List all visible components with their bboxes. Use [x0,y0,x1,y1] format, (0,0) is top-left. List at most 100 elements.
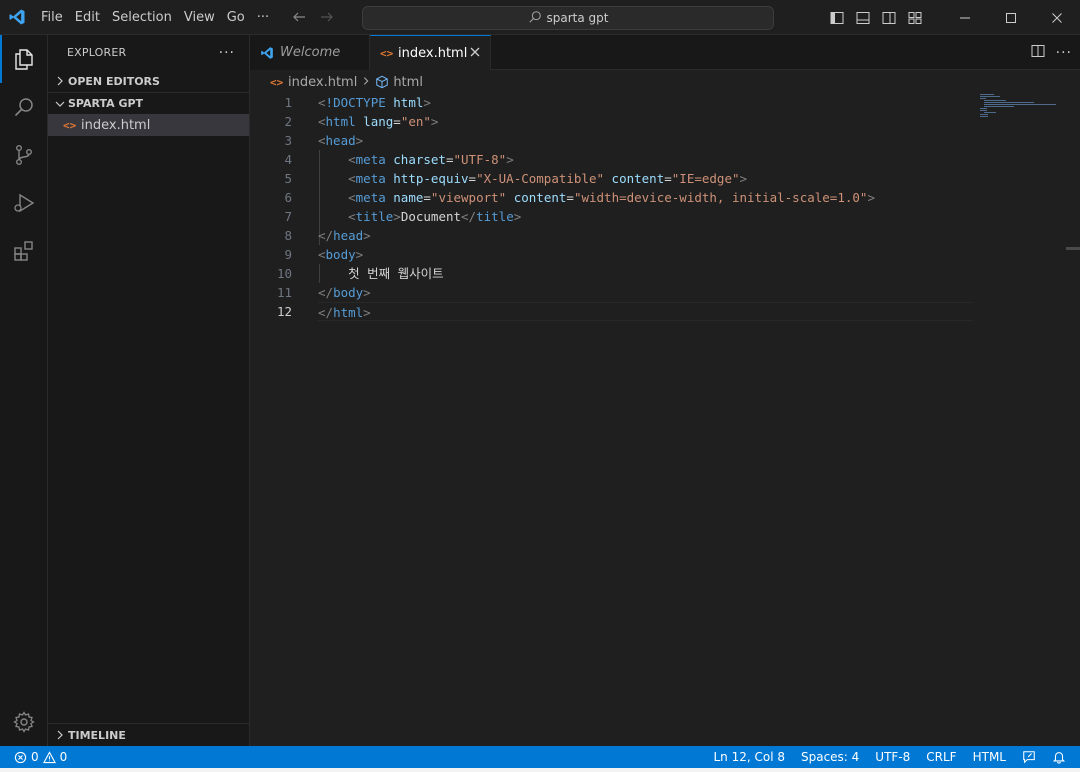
open-editors-label: OPEN EDITORS [68,74,160,88]
menu-view[interactable]: View [178,0,221,35]
close-window-icon[interactable] [1034,0,1080,35]
menu-edit[interactable]: Edit [69,0,106,35]
line-number: 2 [284,114,292,129]
chevron-down-icon [52,96,68,112]
menu-file[interactable]: File [34,0,69,35]
vertical-scrollbar[interactable] [1066,247,1080,250]
title-bar-controls [824,0,1080,35]
chevron-right-icon [52,727,68,743]
minimize-icon[interactable] [942,0,988,35]
tab-welcome[interactable]: Welcome [250,35,370,70]
navigation-arrows [289,7,337,27]
code-line[interactable]: <title>Document</title> [318,207,973,226]
line-number: 7 [284,209,292,224]
open-editors-section[interactable]: OPEN EDITORS [48,70,249,92]
code-line[interactable]: <!DOCTYPE html> [318,93,973,112]
toggle-primary-sidebar-icon[interactable] [824,0,850,35]
code-line[interactable]: <meta charset="UTF-8"> [318,150,973,169]
folder-section[interactable]: SPARTA GPT [48,92,249,114]
error-count: 0 [31,750,39,764]
line-numbers: 1 2 3 4 5 6 7 8 9 10 11 12 [250,93,318,321]
line-number: 3 [284,133,292,148]
symbol-cube-icon [375,75,389,89]
file-item-label: index.html [81,117,151,133]
code-line[interactable]: </html> [318,302,973,321]
eol-setting[interactable]: CRLF [918,746,964,768]
line-number: 4 [284,152,292,167]
editor-tabs: Welcome <> index.html ··· [250,35,1080,71]
chevron-right-icon [52,73,68,89]
line-number: 9 [284,247,292,262]
extensions-icon[interactable] [0,227,48,275]
feedback-icon[interactable] [1014,746,1044,768]
notifications-bell-icon[interactable] [1044,746,1080,768]
warning-icon [42,750,56,764]
code-line[interactable]: 첫 번째 웹사이트 [318,264,973,283]
window-bottom-edge [0,768,1080,772]
explorer-sidebar: EXPLORER ··· OPEN EDITORS SPARTA GPT <> … [48,35,250,746]
sidebar-more-actions[interactable]: ··· [219,45,235,61]
error-icon [14,751,27,764]
code-lines[interactable]: <!DOCTYPE html> <html lang="en"> <head> <m… [318,93,973,321]
source-control-icon[interactable] [0,131,48,179]
chevron-right-icon [361,75,371,90]
status-bar: 0 0 Ln 12, Col 8 Spaces: 4 UTF-8 CRLF HT… [0,746,1080,768]
command-center-search[interactable]: sparta gpt [362,6,774,30]
line-number: 10 [276,266,292,281]
menu-selection[interactable]: Selection [106,0,178,35]
warning-count: 0 [59,750,68,764]
maximize-icon[interactable] [988,0,1034,35]
editor-more-actions-icon[interactable]: ··· [1056,45,1072,61]
html-file-icon: <> [63,118,77,132]
language-mode[interactable]: HTML [965,746,1014,768]
gear-icon[interactable] [0,698,48,746]
code-line[interactable]: </head> [318,226,973,245]
search-icon [528,10,542,27]
explorer-icon[interactable] [0,35,48,83]
run-debug-icon[interactable] [0,179,48,227]
html-file-icon: <> [380,46,394,60]
line-number-current: 12 [276,304,292,319]
command-center-label: sparta gpt [546,11,609,25]
line-number: 11 [276,285,292,300]
code-line[interactable]: <meta http-equiv="X-UA-Compatible" conte… [318,169,973,188]
timeline-section[interactable]: TIMELINE [48,724,249,746]
menu-more[interactable]: ··· [251,0,275,35]
search-icon[interactable] [0,83,48,131]
customize-layout-icon[interactable] [902,0,928,35]
toggle-panel-icon[interactable] [850,0,876,35]
code-line[interactable]: <html lang="en"> [318,112,973,131]
breadcrumb-symbol[interactable]: html [393,75,423,90]
code-editor[interactable]: 1 2 3 4 5 6 7 8 9 10 11 12 <!DOCTYPE htm… [250,93,1080,746]
tab-index-html[interactable]: <> index.html [370,35,491,71]
code-line[interactable]: </body> [318,283,973,302]
timeline-label: TIMELINE [68,728,126,742]
encoding-setting[interactable]: UTF-8 [867,746,918,768]
line-number: 1 [284,95,292,110]
menu-bar: File Edit Selection View Go ··· [34,0,275,35]
minimap[interactable] [978,93,1068,133]
cursor-position[interactable]: Ln 12, Col 8 [705,746,793,768]
tab-label: index.html [398,45,468,61]
close-icon[interactable] [470,45,480,61]
line-number: 5 [284,171,292,186]
tab-label: Welcome [280,45,341,60]
title-bar: File Edit Selection View Go ··· sparta g… [0,0,1080,35]
menu-go[interactable]: Go [221,0,251,35]
line-number: 8 [284,228,292,243]
toggle-secondary-sidebar-icon[interactable] [876,0,902,35]
breadcrumb-file[interactable]: index.html [288,75,357,90]
indentation-setting[interactable]: Spaces: 4 [793,746,867,768]
folder-label: SPARTA GPT [68,97,144,110]
code-line[interactable]: <body> [318,245,973,264]
split-editor-icon[interactable] [1030,43,1046,63]
code-line[interactable]: <meta name="viewport" content="width=dev… [318,188,973,207]
code-line[interactable]: <head> [318,131,973,150]
forward-arrow-icon[interactable] [317,7,337,27]
back-arrow-icon[interactable] [289,7,309,27]
file-item-index-html[interactable]: <> index.html [48,114,249,136]
vscode-logo-icon [260,46,274,60]
problems-indicator[interactable]: 0 0 [0,750,67,764]
line-number: 6 [284,190,292,205]
activity-bar [0,35,48,746]
